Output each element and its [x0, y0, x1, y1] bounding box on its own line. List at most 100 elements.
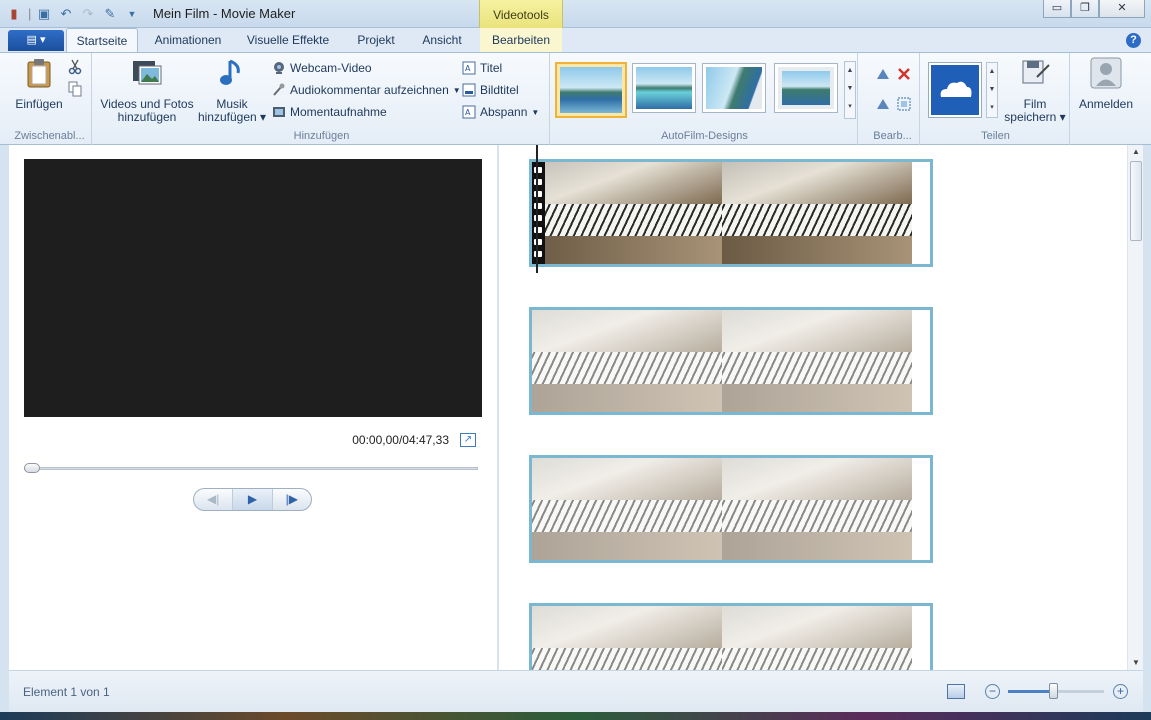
storyboard-clip[interactable] — [529, 603, 933, 670]
clip-frame-thumbnail — [532, 310, 722, 412]
wand-icon[interactable]: ✎ — [102, 6, 118, 22]
window-frame-right — [1143, 145, 1151, 712]
minimize-button[interactable]: ▭ — [1043, 0, 1071, 18]
storyboard-clip[interactable] — [529, 307, 933, 415]
paste-button[interactable]: Einfügen — [12, 57, 66, 111]
tab-bearbeiten[interactable]: Bearbeiten — [480, 28, 562, 52]
save-icon[interactable]: ▣ — [36, 6, 52, 22]
save-movie-icon — [1022, 60, 1050, 84]
help-icon[interactable]: ? — [1126, 33, 1141, 48]
ribbon-tab-row: ▤ ▾ Startseite Animationen Visuelle Effe… — [0, 28, 1151, 52]
user-avatar-icon — [1090, 57, 1122, 89]
qat-dropdown-icon[interactable]: ▼ — [124, 6, 140, 22]
record-narration-button[interactable]: Audiokommentar aufzeichnen ▼ — [272, 81, 461, 99]
group-share: ▲ ▼ ▾ Film speichern ▾ Teilen — [922, 53, 1070, 145]
next-frame-button[interactable]: |▶ — [273, 489, 311, 510]
playback-controls: ◀| ▶ |▶ — [193, 488, 312, 511]
app-icon[interactable]: ▮ — [6, 6, 22, 22]
status-item-count: Element 1 von 1 — [23, 685, 110, 699]
group-label-themes: AutoFilm-Designs — [661, 130, 748, 142]
title-label: Titel — [480, 61, 503, 75]
copy-icon[interactable] — [68, 81, 82, 97]
snapshot-label: Momentaufnahme — [290, 105, 387, 119]
tab-projekt[interactable]: Projekt — [346, 28, 406, 52]
storyboard-clip[interactable] — [529, 455, 933, 563]
caption-button[interactable]: Bildtitel — [462, 81, 519, 99]
tab-animationen[interactable]: Animationen — [143, 28, 233, 52]
close-button[interactable]: ✕ — [1099, 0, 1145, 18]
zoom-slider-thumb[interactable] — [1049, 683, 1058, 699]
window-title: Mein Film - Movie Maker — [153, 6, 296, 21]
credits-dropdown-icon[interactable]: ▼ — [531, 108, 539, 117]
theme-thumbnail-4[interactable] — [774, 63, 838, 113]
tab-visuelle-effekte[interactable]: Visuelle Effekte — [238, 28, 338, 52]
svg-text:A: A — [465, 108, 471, 117]
application-menu-button[interactable]: ▤ ▾ — [8, 30, 64, 51]
clip-frame-thumbnail — [722, 458, 912, 560]
scroll-down-arrow-icon[interactable]: ▼ — [1128, 656, 1144, 670]
undo-icon[interactable]: ↶ — [58, 6, 74, 22]
previous-frame-button[interactable]: ◀| — [194, 489, 234, 510]
context-tab-group-videotools: Videotools — [479, 0, 563, 30]
fullscreen-preview-button[interactable]: ↗ — [460, 433, 476, 447]
add-music-button[interactable]: Musik hinzufügen ▾ — [196, 57, 268, 124]
storyboard-clip[interactable] — [529, 159, 933, 267]
seek-thumb[interactable] — [24, 463, 40, 473]
seek-bar[interactable] — [24, 467, 478, 470]
zoom-in-button[interactable]: + — [1113, 684, 1128, 699]
redo-icon[interactable]: ↷ — [80, 6, 96, 22]
tab-ansicht[interactable]: Ansicht — [413, 28, 471, 52]
storyboard-view-icon[interactable] — [947, 684, 965, 699]
record-narration-label: Audiokommentar aufzeichnen — [290, 83, 449, 97]
video-preview-screen[interactable] — [24, 159, 482, 417]
zoom-out-button[interactable]: − — [985, 684, 1000, 699]
paste-label: Einfügen — [15, 97, 63, 111]
status-bar: Element 1 von 1 − + — [9, 670, 1143, 712]
theme-thumbnail-2[interactable] — [632, 63, 696, 113]
select-all-icon[interactable] — [897, 97, 911, 111]
group-label-share: Teilen — [981, 130, 1010, 142]
title-button[interactable]: A Titel — [462, 59, 502, 77]
clipboard-icon — [27, 59, 51, 88]
desktop-taskbar-strip — [0, 712, 1151, 720]
delete-icon[interactable] — [897, 67, 911, 81]
film-sprockets-icon — [532, 162, 545, 264]
storyboard-scrollbar[interactable]: ▲ ▼ — [1127, 145, 1143, 670]
clip-continue-arrow-icon — [912, 310, 930, 412]
webcam-video-button[interactable]: Webcam-Video — [272, 59, 372, 77]
add-music-label-2: hinzufügen ▾ — [197, 110, 267, 124]
record-narration-dropdown-icon[interactable]: ▼ — [453, 86, 461, 95]
tab-startseite[interactable]: Startseite — [66, 28, 138, 52]
music-note-icon — [220, 59, 240, 85]
snapshot-button[interactable]: Momentaufnahme — [272, 103, 387, 121]
maximize-button[interactable]: ❐ — [1071, 0, 1099, 18]
scroll-thumb[interactable] — [1130, 161, 1142, 241]
theme-thumbnail-1[interactable] — [555, 62, 627, 118]
title-bar: ▮ | ▣ ↶ ↷ ✎ ▼ Mein Film - Movie Maker Vi… — [0, 0, 1151, 30]
rotate-left-icon[interactable] — [875, 67, 891, 81]
save-movie-button[interactable]: Film speichern ▾ — [1004, 57, 1066, 124]
credits-button[interactable]: A Abspann ▼ — [462, 103, 539, 121]
rotate-right-icon[interactable] — [875, 97, 891, 111]
preview-pane: 00:00,00/04:47,33 ↗ ◀| ▶ |▶ — [9, 145, 499, 670]
storyboard — [501, 145, 1126, 670]
clip-frame-thumbnail — [722, 162, 912, 264]
sign-in-button[interactable]: Anmelden — [1076, 57, 1136, 111]
cut-icon[interactable] — [68, 59, 82, 75]
theme-thumbnail-3[interactable] — [702, 63, 766, 113]
credits-label: Abspann — [480, 105, 528, 119]
group-automovie-themes: ▲ ▼ ▾ AutoFilm-Designs — [552, 53, 858, 145]
share-gallery-scroll[interactable]: ▲ ▼ ▾ — [986, 62, 998, 118]
add-videos-photos-button[interactable]: Videos und Fotos hinzufügen — [98, 57, 196, 124]
clip-frame-thumbnail — [532, 162, 722, 264]
play-button[interactable]: ▶ — [233, 489, 273, 510]
scroll-up-arrow-icon[interactable]: ▲ — [1128, 145, 1144, 159]
storyboard-playhead[interactable] — [536, 145, 538, 273]
group-label-add: Hinzufügen — [293, 130, 350, 142]
title-icon: A — [462, 61, 476, 75]
theme-gallery-scroll[interactable]: ▲ ▼ ▾ — [844, 61, 856, 119]
main-area: 00:00,00/04:47,33 ↗ ◀| ▶ |▶ ▲ ▼ — [9, 145, 1143, 670]
snapshot-icon — [273, 107, 285, 117]
qat-separator: | — [28, 6, 32, 21]
onedrive-share-button[interactable] — [928, 62, 982, 118]
